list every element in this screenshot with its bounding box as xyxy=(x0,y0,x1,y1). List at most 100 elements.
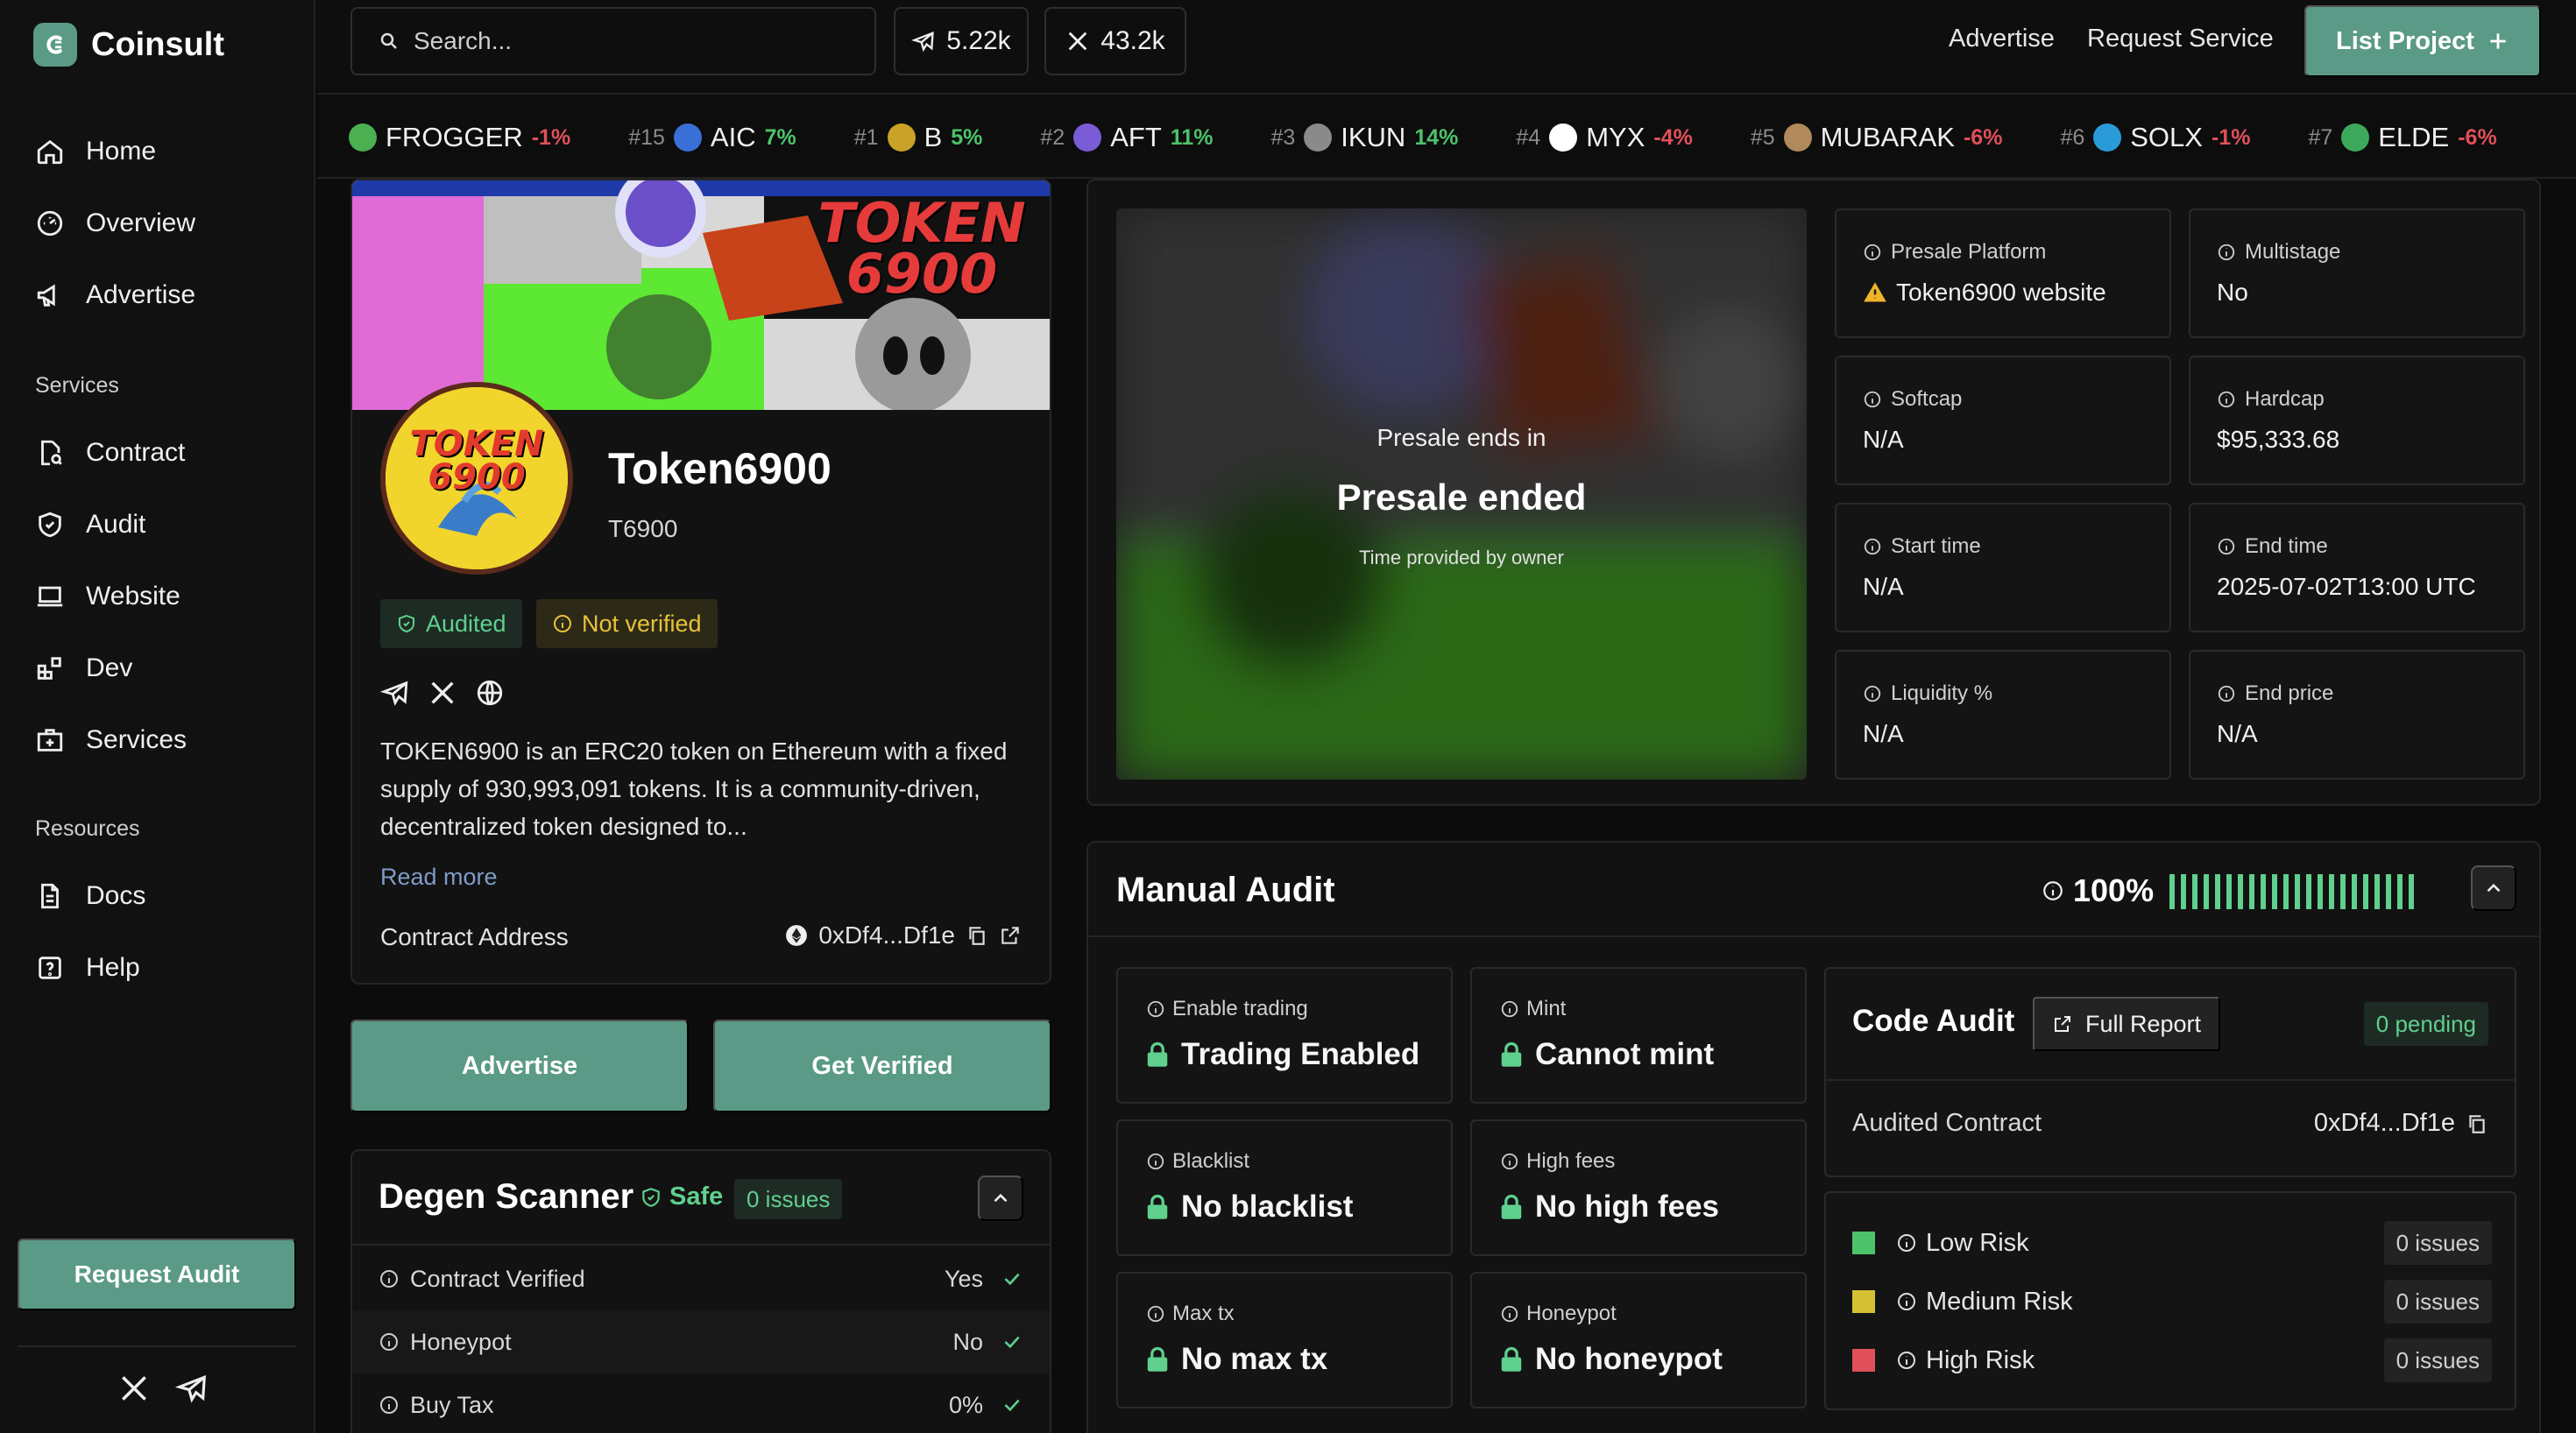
ticker-item[interactable]: #2 AFT 11% xyxy=(1040,122,1213,153)
ticker-change: 7% xyxy=(764,124,796,150)
brand[interactable]: Coinsult xyxy=(33,23,224,67)
project-symbol: T6900 xyxy=(608,515,678,542)
sidebar-item-label: Advertise xyxy=(86,280,196,309)
x-icon[interactable] xyxy=(117,1372,151,1405)
ticker-rank: #5 xyxy=(1750,124,1775,150)
info-icon xyxy=(1864,538,1881,555)
sidebar-item-advertise[interactable]: Advertise xyxy=(35,280,195,310)
services-heading: Services xyxy=(35,373,119,398)
audited-contract-value: 0xDf4...Df1e xyxy=(2313,1109,2455,1137)
info-icon xyxy=(1864,685,1881,702)
copy-icon[interactable] xyxy=(966,924,988,947)
sidebar-item-help[interactable]: Help xyxy=(35,953,140,983)
help-icon xyxy=(39,957,61,979)
ticker-symbol: B xyxy=(924,122,943,152)
ticker-item[interactable]: #4 MYX -4% xyxy=(1516,122,1692,153)
sidebar-item-home[interactable]: Home xyxy=(35,137,156,166)
ticker-change: 14% xyxy=(1414,124,1459,150)
ticker-symbol: MUBARAK xyxy=(1820,122,1955,152)
token-logo-icon xyxy=(2341,124,2370,152)
info-icon xyxy=(380,1333,398,1351)
not-verified-label: Not verified xyxy=(582,610,702,637)
ticker-item[interactable]: #15 AIC 7% xyxy=(628,122,796,153)
sidebar-item-dev[interactable]: Dev xyxy=(35,653,132,683)
sidebar-item-website[interactable]: Website xyxy=(35,582,180,611)
advertise-button[interactable]: Advertise xyxy=(350,1020,689,1112)
copy-icon[interactable] xyxy=(2466,1112,2488,1135)
laptop-icon xyxy=(37,586,63,607)
risk-color-swatch xyxy=(1852,1290,1875,1313)
ticker-symbol: FROGGER xyxy=(386,122,523,152)
sidebar-item-label: Services xyxy=(86,725,188,754)
check-honeypot: Honeypot No honeypot xyxy=(1470,1272,1807,1408)
ticker-rank: #7 xyxy=(2308,124,2333,150)
ticker-item[interactable]: #6 SOLX -1% xyxy=(2060,122,2250,153)
ticker-item[interactable]: #5 MUBARAK -6% xyxy=(1751,122,2003,153)
audit-score-segment xyxy=(2261,874,2266,909)
info-icon xyxy=(1864,244,1881,261)
telegram-icon[interactable] xyxy=(380,678,410,708)
degen-collapse-button[interactable] xyxy=(978,1175,1023,1221)
sidebar-item-label: Dev xyxy=(86,653,133,682)
request-service-link[interactable]: Request Service xyxy=(2087,25,2274,53)
ticker-item[interactable]: #3 IKUN 14% xyxy=(1270,122,1458,153)
token-logo-icon xyxy=(1304,124,1333,152)
info-value: Token6900 website xyxy=(1896,279,2106,306)
check-value-text: Trading Enabled xyxy=(1181,1037,1420,1071)
topbar: Search... 5.22k 43.2k Advertise Request … xyxy=(317,0,2576,95)
ticker-rank: #6 xyxy=(2060,124,2085,150)
shield-check-icon xyxy=(642,1187,660,1207)
code-audit-divider xyxy=(1826,1079,2515,1081)
sidebar-item-audit[interactable]: Audit xyxy=(35,510,145,540)
list-project-button[interactable]: List Project xyxy=(2304,5,2541,77)
sidebar-item-overview[interactable]: Overview xyxy=(35,208,195,238)
ticker-change: -1% xyxy=(531,124,571,150)
audit-score-segment xyxy=(2295,874,2300,909)
advertise-link[interactable]: Advertise xyxy=(1949,25,2055,53)
ticker-symbol: SOLX xyxy=(2130,122,2203,152)
brand-name: Coinsult xyxy=(91,25,224,63)
project-title: Token6900 xyxy=(608,444,832,493)
search-input[interactable]: Search... xyxy=(350,7,876,75)
audit-score-segment xyxy=(2272,874,2277,909)
check-blacklist: Blacklist No blacklist xyxy=(1116,1119,1453,1256)
telegram-followers-button[interactable]: 5.22k xyxy=(894,7,1029,75)
x-count: 43.2k xyxy=(1100,26,1165,55)
read-more-link[interactable]: Read more xyxy=(380,864,498,891)
document-icon xyxy=(41,883,59,909)
ticker-item[interactable]: FROGGER -1% xyxy=(349,122,570,153)
external-link-icon[interactable] xyxy=(999,924,1022,947)
check-label-text: Blacklist xyxy=(1172,1149,1250,1173)
audited-badge[interactable]: Audited xyxy=(380,599,522,648)
sidebar-item-contract[interactable]: Contract xyxy=(35,438,185,468)
get-verified-button[interactable]: Get Verified xyxy=(713,1020,1051,1112)
sidebar-item-docs[interactable]: Docs xyxy=(35,881,145,911)
manual-audit-panel: Manual Audit 100% Enable trading Trading… xyxy=(1086,841,2541,1433)
degen-row-label: Buy Tax xyxy=(410,1391,494,1418)
ticker-item[interactable]: #1 B 5% xyxy=(854,122,983,153)
globe-icon[interactable] xyxy=(475,678,505,708)
ticker-change: -4% xyxy=(1653,124,1693,150)
info-icon xyxy=(1898,1293,1915,1310)
telegram-icon[interactable] xyxy=(175,1372,209,1405)
full-report-button[interactable]: Full Report xyxy=(2033,997,2221,1051)
ticker-symbol: MYX xyxy=(1586,122,1645,152)
external-link-icon xyxy=(2055,1016,2070,1032)
degen-row-label: Contract Verified xyxy=(410,1265,585,1292)
x-icon[interactable] xyxy=(428,678,457,708)
info-multistage: Multistage No xyxy=(2189,208,2525,338)
sidebar-item-label: Overview xyxy=(86,208,196,237)
not-verified-badge[interactable]: Not verified xyxy=(536,599,718,648)
info-value: N/A xyxy=(1863,573,1904,600)
info-value: 2025-07-02T13:00 UTC xyxy=(2217,573,2476,600)
ticker-item[interactable]: #7 ELDE -6% xyxy=(2308,122,2496,153)
check-label-text: High fees xyxy=(1526,1149,1616,1173)
x-followers-button[interactable]: 43.2k xyxy=(1044,7,1186,75)
info-icon xyxy=(1501,1305,1518,1323)
manual-audit-collapse-button[interactable] xyxy=(2471,865,2516,911)
audit-score: 100% xyxy=(2042,872,2154,909)
sidebar-item-services[interactable]: Services xyxy=(35,725,187,755)
coinsult-logo-icon xyxy=(33,23,77,67)
audit-score-segment xyxy=(2386,874,2391,909)
request-audit-button[interactable]: Request Audit xyxy=(18,1239,296,1310)
